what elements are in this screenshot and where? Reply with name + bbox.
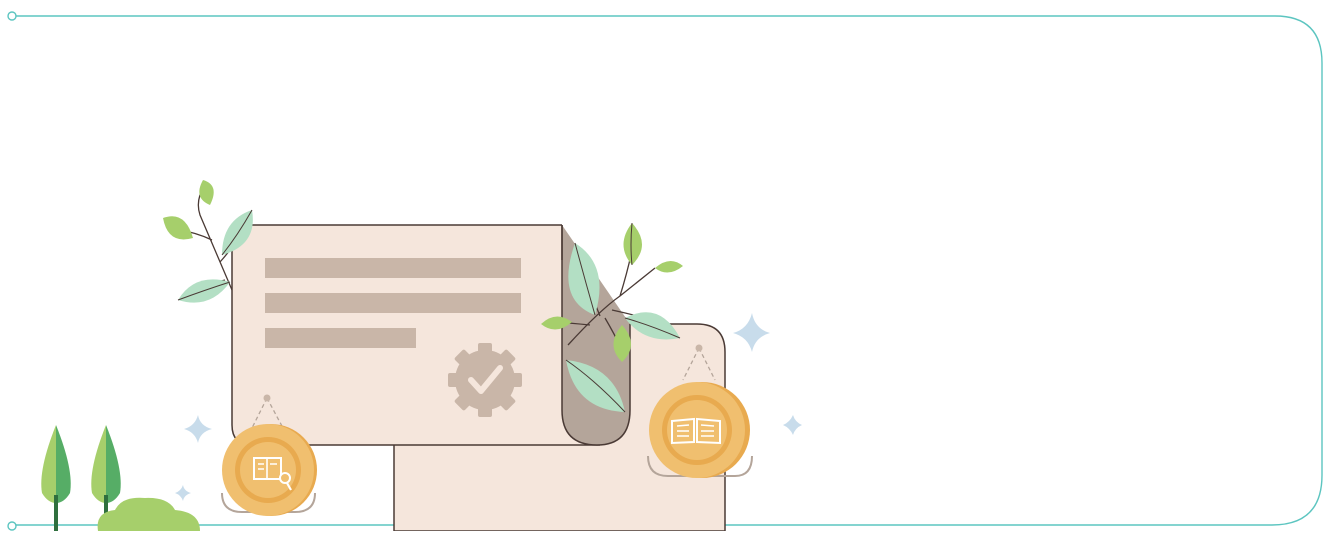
certificate [231,224,631,446]
check-badge-icon [448,343,522,417]
bush-icon [97,497,200,531]
text-line-2 [265,293,521,313]
text-line-1 [265,258,521,278]
illustration-canvas [0,0,1335,532]
text-line-3 [265,328,416,348]
frame-node-top [7,11,17,21]
frame-node-bottom [7,521,17,531]
certificate-illustration [7,11,1323,532]
